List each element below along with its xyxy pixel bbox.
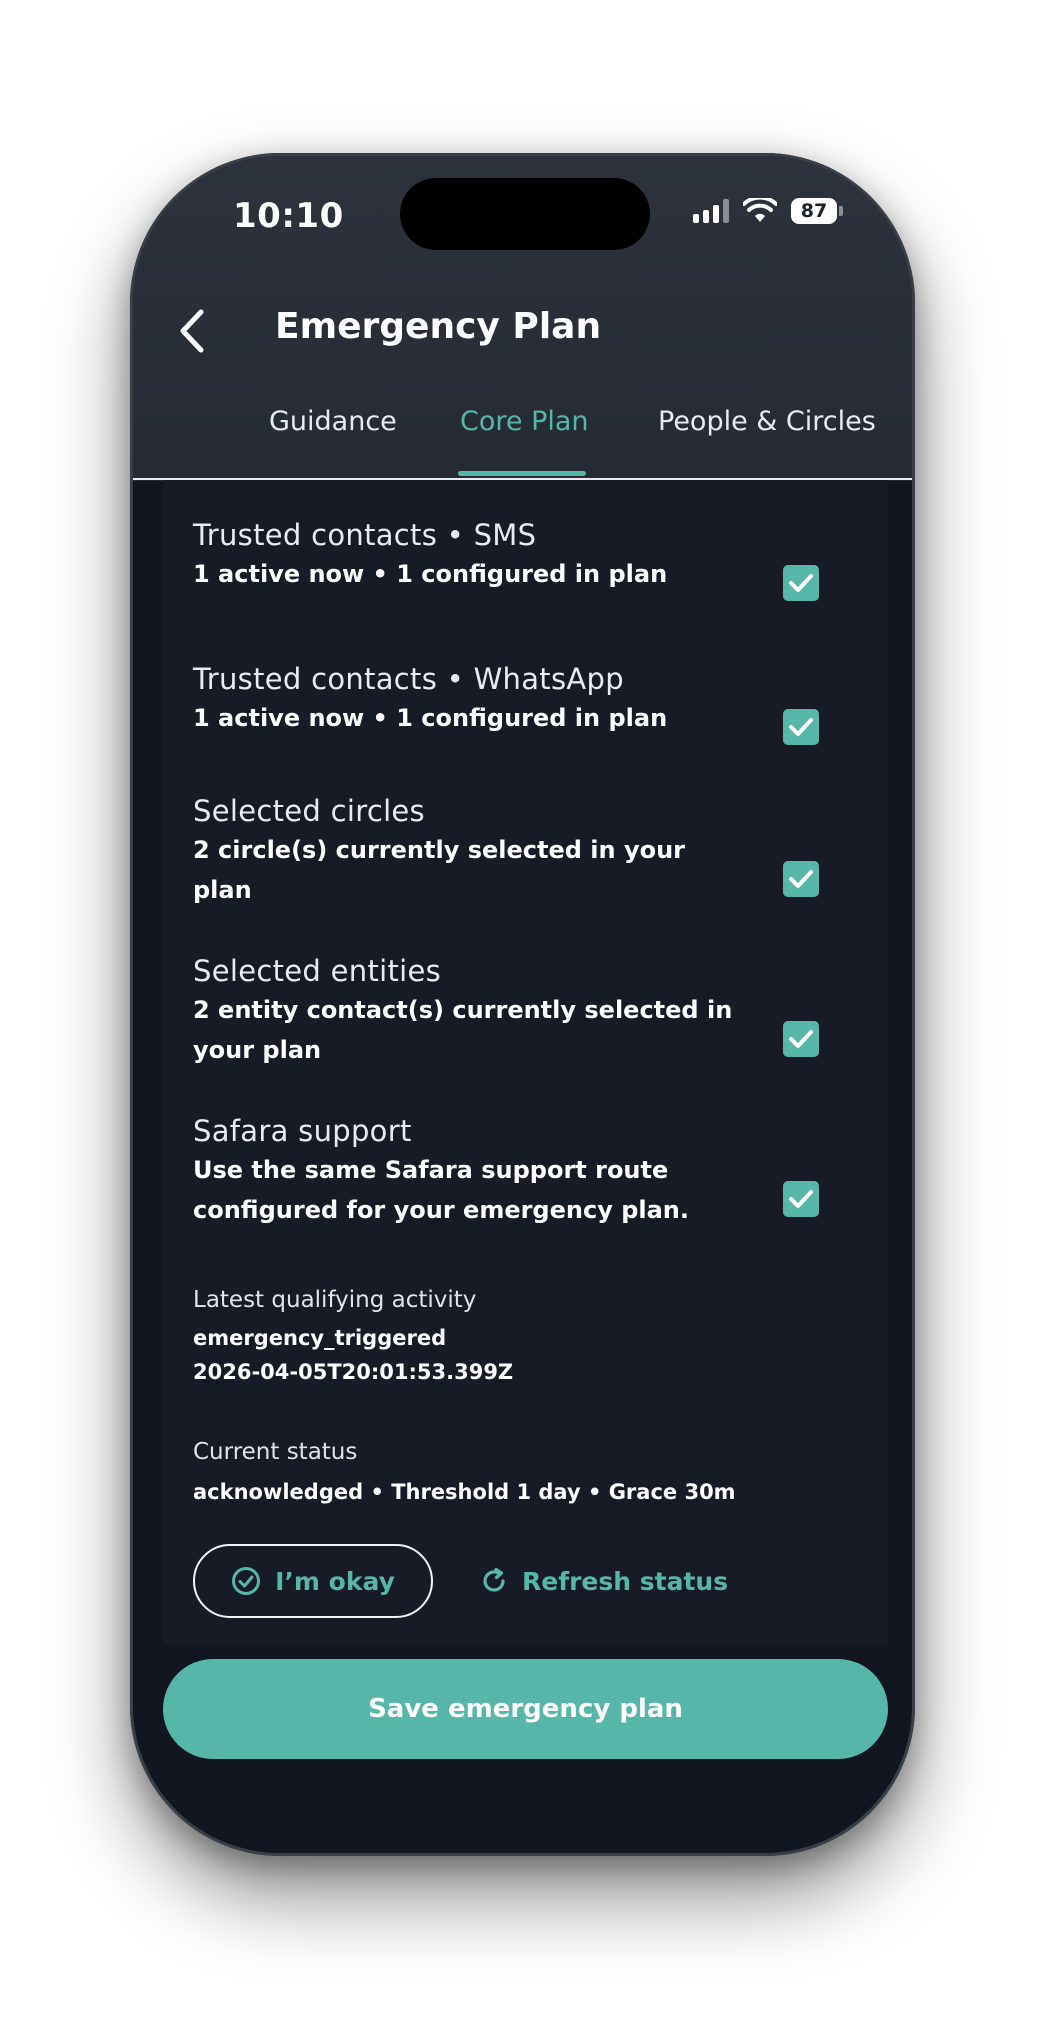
latest-activity-timestamp: 2026-04-05T20:01:53.399Z — [193, 1360, 514, 1384]
checkbox-checked-icon[interactable] — [783, 1021, 819, 1057]
page-title: Emergency Plan — [275, 306, 602, 347]
app-header: 10:10 87 Emergency Plan Guidance Core Pl… — [133, 156, 912, 481]
refresh-icon — [483, 1567, 505, 1592]
tab-core-plan[interactable]: Core Plan — [460, 406, 589, 437]
channel-item-whatsapp: Trusted contacts • WhatsApp 1 active now… — [193, 662, 833, 738]
im-okay-label: I’m okay — [275, 1566, 395, 1596]
channel-title: Trusted contacts • WhatsApp — [193, 662, 624, 696]
channel-title: Safara support — [193, 1114, 412, 1148]
channel-item-entities: Selected entities 2 entity contact(s) cu… — [193, 954, 833, 1070]
battery-icon: 87 — [791, 198, 843, 224]
save-emergency-plan-button[interactable]: Save emergency plan — [163, 1659, 888, 1759]
dynamic-island — [400, 178, 650, 250]
channel-subtitle: Use the same Safara support route config… — [193, 1156, 690, 1224]
current-status-value: acknowledged • Threshold 1 day • Grace 3… — [193, 1480, 736, 1504]
channel-item-circles: Selected circles 2 circle(s) currently s… — [193, 794, 833, 910]
tab-active-indicator — [458, 471, 586, 476]
latest-activity-label: Latest qualifying activity — [193, 1287, 477, 1313]
checkbox-checked-icon[interactable] — [783, 861, 819, 897]
refresh-status-button[interactable]: Refresh status — [480, 1544, 728, 1618]
channel-title: Selected entities — [193, 954, 442, 988]
checkbox-checked-icon[interactable] — [783, 709, 819, 745]
channel-item-safara-support: Safara support Use the same Safara suppo… — [193, 1114, 833, 1230]
battery-level: 87 — [791, 198, 837, 224]
checkbox-checked-icon[interactable] — [783, 565, 819, 601]
tab-bar: Guidance Core Plan People & Circles — [133, 406, 912, 478]
status-time: 10:10 — [233, 196, 344, 236]
current-status: Current status acknowledged • Threshold … — [193, 1437, 833, 1509]
channel-subtitle: 2 circle(s) currently selected in your p… — [193, 836, 685, 904]
phone-screen: 10:10 87 Emergency Plan Guidance Core Pl… — [130, 153, 915, 1856]
channel-title: Trusted contacts • SMS — [193, 518, 537, 552]
im-okay-button[interactable]: I’m okay — [193, 1544, 433, 1618]
channel-item-sms: Trusted contacts • SMS 1 active now • 1 … — [193, 518, 833, 594]
channel-subtitle: 1 active now • 1 configured in plan — [193, 560, 668, 588]
core-plan-panel: Trusted contacts • SMS 1 active now • 1 … — [163, 480, 888, 1645]
channel-subtitle: 2 entity contact(s) currently selected i… — [193, 996, 733, 1064]
save-emergency-plan-label: Save emergency plan — [368, 1694, 683, 1724]
signal-icon — [693, 199, 729, 223]
status-icons: 87 — [693, 198, 843, 224]
battery-tip — [839, 206, 843, 216]
checkbox-checked-icon[interactable] — [783, 1181, 819, 1217]
stage: 10:10 87 Emergency Plan Guidance Core Pl… — [0, 0, 1044, 2020]
tab-guidance[interactable]: Guidance — [269, 406, 397, 437]
tab-people-circles[interactable]: People & Circles — [658, 406, 876, 437]
channel-title: Selected circles — [193, 794, 425, 828]
check-circle-icon — [232, 1567, 261, 1595]
wifi-icon — [743, 198, 777, 222]
chevron-left-icon[interactable] — [173, 306, 213, 356]
channel-subtitle: 1 active now • 1 configured in plan — [193, 704, 668, 732]
latest-activity-event: emergency_triggered — [193, 1326, 447, 1350]
latest-activity: Latest qualifying activity emergency_tri… — [193, 1285, 833, 1389]
refresh-status-label: Refresh status — [522, 1566, 729, 1596]
current-status-label: Current status — [193, 1439, 358, 1465]
